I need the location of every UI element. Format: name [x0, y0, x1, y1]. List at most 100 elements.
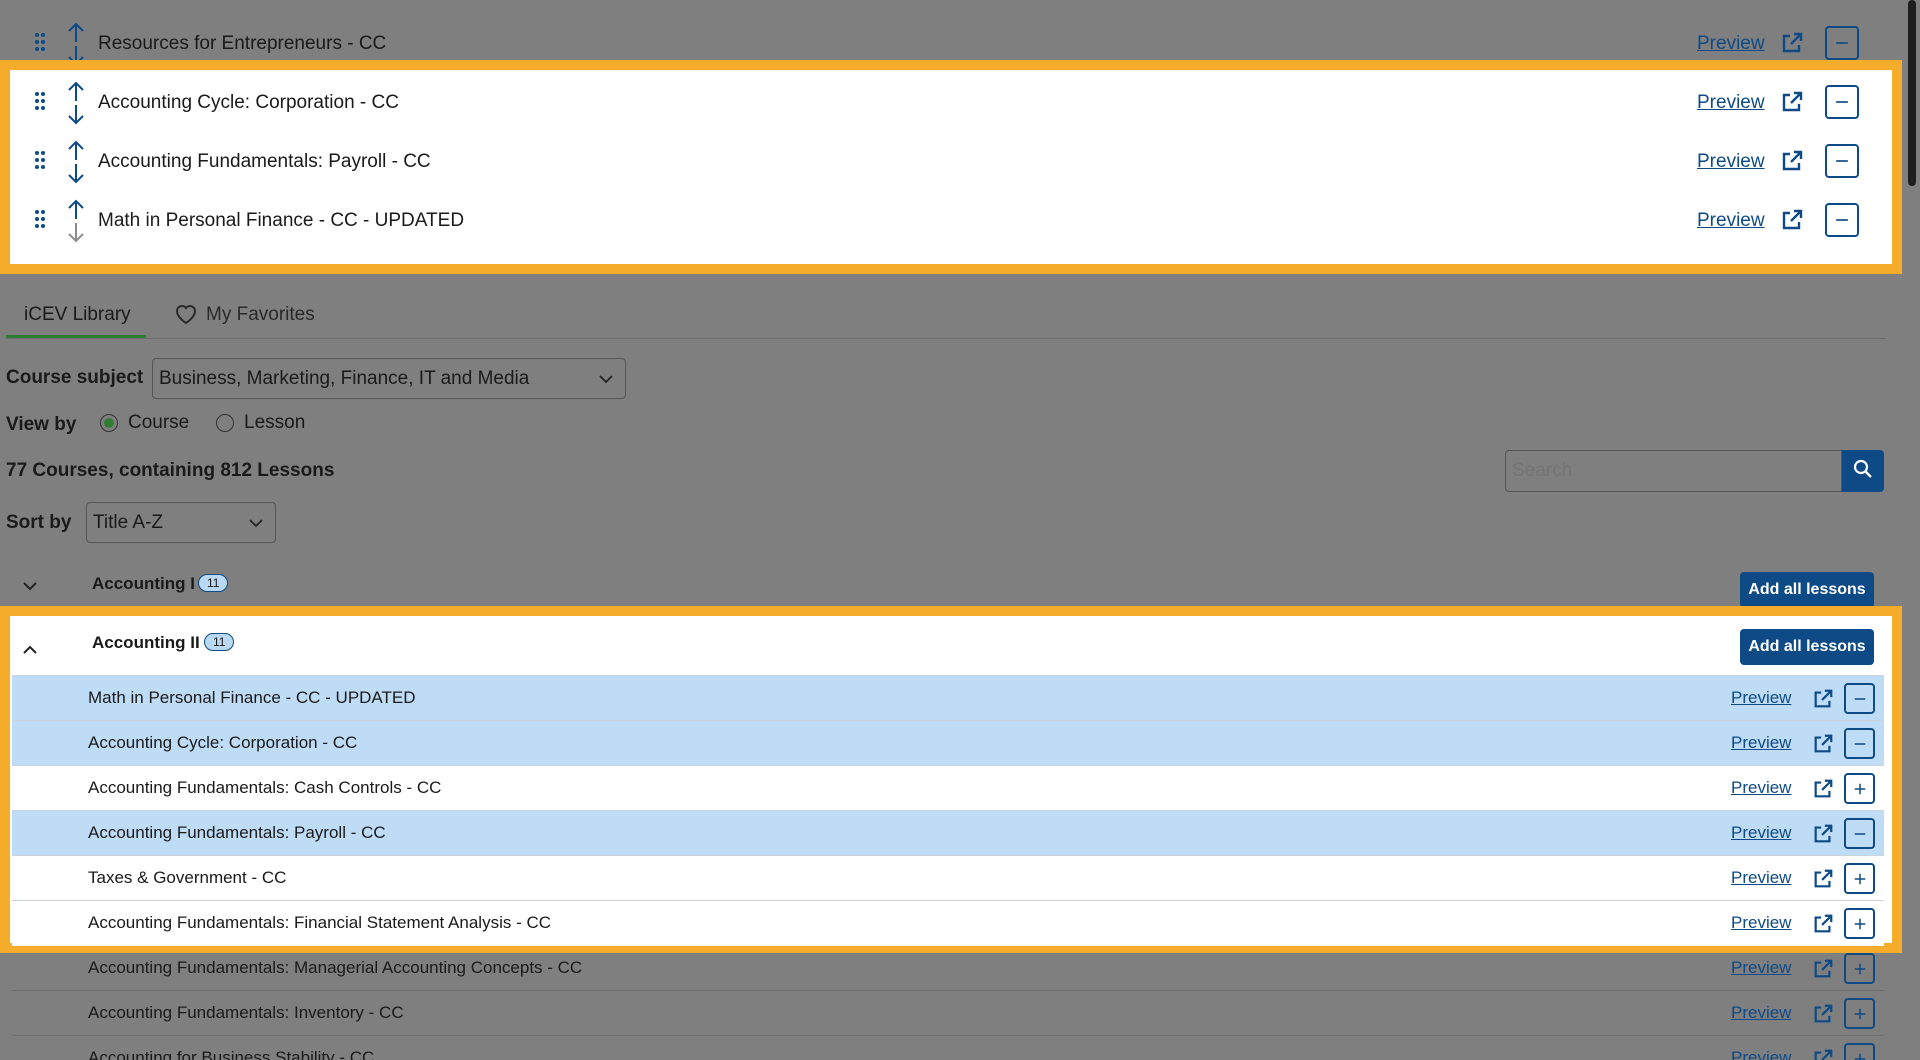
preview-link[interactable]: Preview	[1731, 991, 1791, 1035]
external-link-icon[interactable]	[1780, 90, 1804, 114]
lesson-title: Accounting Cycle: Corporation - CC	[88, 733, 358, 752]
tab-label: iCEV Library	[24, 304, 131, 325]
radio-unselected-icon	[216, 414, 234, 432]
add-lesson-button[interactable]	[1844, 998, 1875, 1029]
add-lesson-button[interactable]	[1844, 953, 1875, 984]
course-subject-value: Business, Marketing, Finance, IT and Med…	[159, 367, 530, 389]
preview-link[interactable]: Preview	[1731, 946, 1791, 990]
sort-by-value: Title A-Z	[93, 511, 164, 533]
lesson-title: Math in Personal Finance - CC - UPDATED	[88, 688, 416, 707]
external-link-icon[interactable]	[1812, 733, 1834, 755]
lesson-title: Accounting Fundamentals: Managerial Acco…	[88, 958, 583, 977]
selected-lesson-row: Accounting Fundamentals: Payroll - CC Pr…	[0, 132, 1902, 191]
tab-icev-library[interactable]: iCEV Library	[24, 290, 131, 340]
button-label: Add all lessons	[1748, 581, 1866, 598]
lesson-title: Taxes & Government - CC	[88, 868, 287, 887]
remove-lesson-button[interactable]	[1825, 85, 1859, 119]
selected-lesson-row: Math in Personal Finance - CC - UPDATED …	[0, 191, 1902, 250]
course-title: Accounting I	[92, 574, 195, 593]
lesson-row: Taxes & Government - CC Preview	[12, 856, 1884, 901]
lesson-count-badge: 11	[204, 633, 235, 651]
drag-handle-icon[interactable]	[34, 209, 46, 234]
remove-lesson-button[interactable]	[1844, 818, 1875, 849]
tab-my-favorites[interactable]: My Favorites	[174, 290, 315, 340]
course-title: Accounting II	[92, 633, 200, 652]
preview-link[interactable]: Preview	[1731, 721, 1791, 765]
lesson-title: Accounting for Business Stability - CC	[88, 1048, 375, 1060]
course-subject-select[interactable]: Business, Marketing, Finance, IT and Med…	[152, 358, 626, 399]
lesson-row: Accounting Fundamentals: Payroll - CC Pr…	[12, 811, 1884, 856]
lesson-row: Accounting Fundamentals: Financial State…	[12, 901, 1884, 946]
chevron-down-icon	[249, 512, 263, 534]
add-lesson-button[interactable]	[1844, 863, 1875, 894]
button-label: Add all lessons	[1748, 638, 1866, 655]
preview-link[interactable]: Preview	[1731, 1036, 1791, 1060]
lesson-title: Accounting Fundamentals: Inventory - CC	[88, 1003, 404, 1022]
external-link-icon[interactable]	[1812, 688, 1834, 710]
search-button[interactable]	[1842, 450, 1884, 492]
reorder-arrows-icon[interactable]	[66, 199, 86, 248]
lesson-title: Accounting Fundamentals: Financial State…	[88, 913, 552, 932]
add-all-lessons-button[interactable]: Add all lessons	[1740, 572, 1874, 608]
chevron-down-icon[interactable]	[22, 578, 38, 596]
add-all-lessons-button[interactable]: Add all lessons	[1740, 629, 1874, 665]
remove-lesson-button[interactable]	[1825, 26, 1859, 60]
lesson-row: Accounting Fundamentals: Inventory - CC …	[12, 991, 1884, 1036]
external-link-icon[interactable]	[1812, 1048, 1834, 1060]
preview-link[interactable]: Preview	[1731, 901, 1791, 945]
preview-link[interactable]: Preview	[1731, 856, 1791, 900]
add-lesson-button[interactable]	[1844, 1043, 1875, 1060]
drag-handle-icon[interactable]	[34, 32, 46, 57]
course-row[interactable]: Accounting I 11 Add all lessons	[0, 565, 1902, 608]
selected-lesson-title: Math in Personal Finance - CC - UPDATED	[98, 210, 465, 231]
lesson-title: Accounting Fundamentals: Cash Controls -…	[88, 778, 442, 797]
drag-handle-icon[interactable]	[34, 150, 46, 175]
search-icon	[1853, 459, 1873, 484]
heart-icon	[174, 303, 198, 325]
remove-lesson-button[interactable]	[1825, 144, 1859, 178]
remove-lesson-button[interactable]	[1844, 683, 1875, 714]
scrollbar-thumb[interactable]	[1908, 0, 1916, 186]
preview-link[interactable]: Preview	[1697, 73, 1765, 132]
lesson-row: Accounting Cycle: Corporation - CC Previ…	[12, 721, 1884, 766]
search-input[interactable]	[1505, 450, 1842, 492]
course-row-expanded[interactable]: Accounting II 11 Add all lessons	[12, 618, 1884, 676]
lesson-row: Accounting Fundamentals: Cash Controls -…	[12, 766, 1884, 811]
radio-label: Course	[128, 412, 190, 433]
external-link-icon[interactable]	[1780, 31, 1804, 55]
view-by-course-radio[interactable]: Course	[100, 412, 189, 434]
external-link-icon[interactable]	[1780, 208, 1804, 232]
external-link-icon[interactable]	[1812, 823, 1834, 845]
radio-selected-icon	[100, 414, 118, 432]
external-link-icon[interactable]	[1812, 913, 1834, 935]
sort-by-select[interactable]: Title A-Z	[86, 502, 276, 543]
remove-lesson-button[interactable]	[1825, 203, 1859, 237]
chevron-up-icon[interactable]	[22, 642, 38, 660]
external-link-icon[interactable]	[1812, 1003, 1834, 1025]
results-summary: 77 Courses, containing 812 Lessons	[6, 460, 335, 481]
preview-link[interactable]: Preview	[1697, 191, 1765, 250]
view-by-lesson-radio[interactable]: Lesson	[216, 412, 305, 434]
selected-lesson-row: Accounting Cycle: Corporation - CC Previ…	[0, 73, 1902, 132]
preview-link[interactable]: Preview	[1731, 766, 1791, 810]
view-by-label: View by	[6, 414, 77, 435]
reorder-arrows-icon[interactable]	[66, 81, 86, 130]
external-link-icon[interactable]	[1812, 778, 1834, 800]
add-lesson-button[interactable]	[1844, 773, 1875, 804]
chevron-down-icon	[599, 368, 613, 390]
reorder-arrows-icon[interactable]	[66, 140, 86, 189]
drag-handle-icon[interactable]	[34, 91, 46, 116]
selected-lesson-title: Accounting Fundamentals: Payroll - CC	[98, 151, 431, 172]
tab-label: My Favorites	[206, 304, 315, 325]
preview-link[interactable]: Preview	[1731, 676, 1791, 720]
preview-link[interactable]: Preview	[1697, 132, 1765, 191]
external-link-icon[interactable]	[1812, 868, 1834, 890]
external-link-icon[interactable]	[1780, 149, 1804, 173]
add-lesson-button[interactable]	[1844, 908, 1875, 939]
remove-lesson-button[interactable]	[1844, 728, 1875, 759]
preview-link[interactable]: Preview	[1731, 811, 1791, 855]
lesson-count-badge: 11	[198, 574, 229, 592]
external-link-icon[interactable]	[1812, 958, 1834, 980]
selected-lesson-title: Accounting Cycle: Corporation - CC	[98, 92, 399, 113]
course-subject-label: Course subject	[6, 367, 144, 388]
